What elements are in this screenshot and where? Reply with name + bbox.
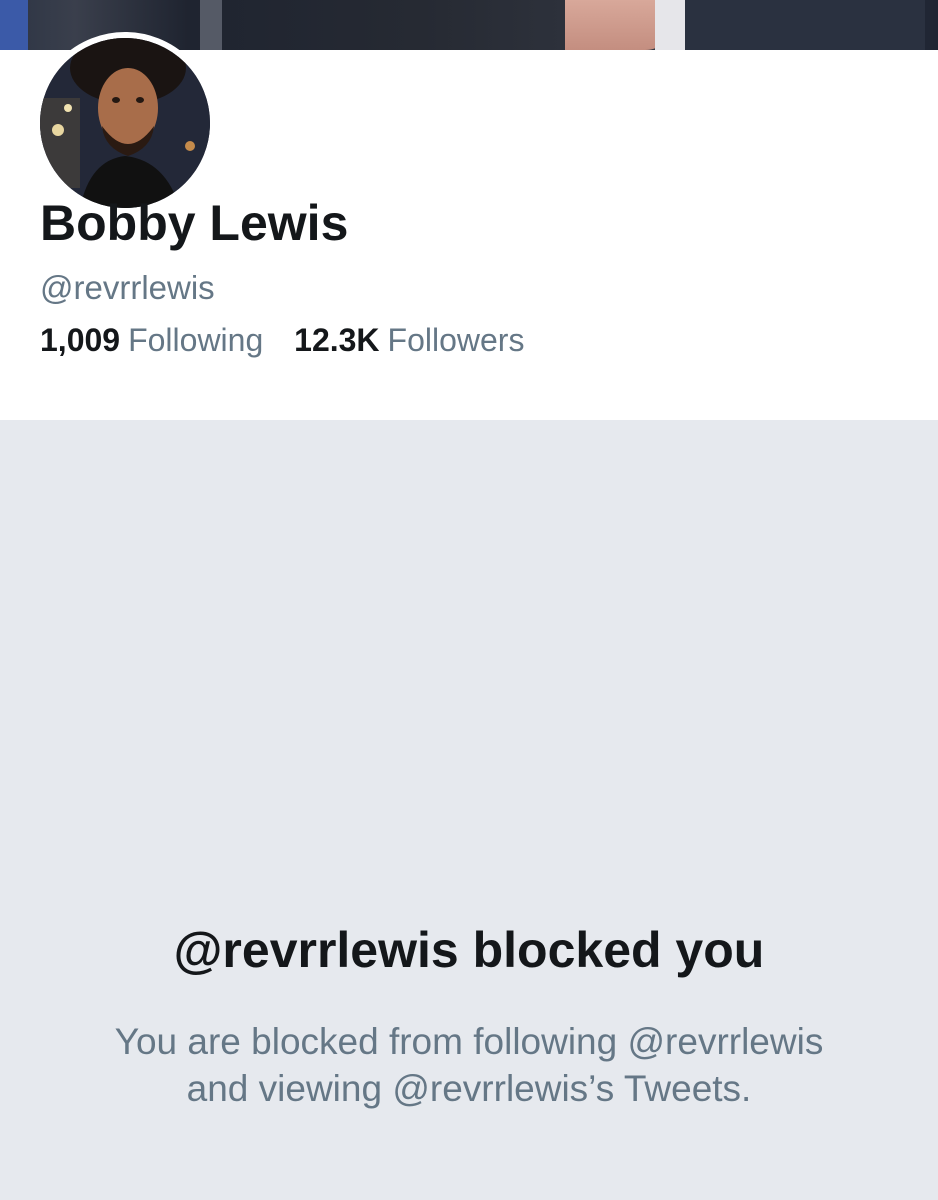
profile-handle: @revrrlewis xyxy=(40,269,215,306)
following-link[interactable]: 1,009 Following xyxy=(40,320,263,360)
following-count: 1,009 xyxy=(40,322,121,358)
banner-detail xyxy=(655,0,685,50)
profile-stats: 1,009 Following 12.3K Followers xyxy=(40,320,546,360)
followers-count: 12.3K xyxy=(294,322,380,358)
banner-detail xyxy=(200,0,222,50)
blocked-notice: @revrrlewis blocked you You are blocked … xyxy=(0,420,938,1200)
profile-name: Bobby Lewis xyxy=(40,195,349,251)
following-label: Following xyxy=(128,322,264,358)
blocked-message: You are blocked from following @revrrlew… xyxy=(114,1021,824,1109)
blocked-title: @revrrlewis blocked you xyxy=(173,922,765,978)
banner-detail xyxy=(0,0,28,50)
profile-header: Bobby Lewis @revrrlewis 1,009 Following 1… xyxy=(0,32,938,420)
followers-link[interactable]: 12.3K Followers xyxy=(294,320,524,360)
banner-detail xyxy=(685,0,925,50)
avatar-photo xyxy=(40,38,210,208)
followers-label: Followers xyxy=(387,322,525,358)
avatar[interactable] xyxy=(34,32,216,214)
